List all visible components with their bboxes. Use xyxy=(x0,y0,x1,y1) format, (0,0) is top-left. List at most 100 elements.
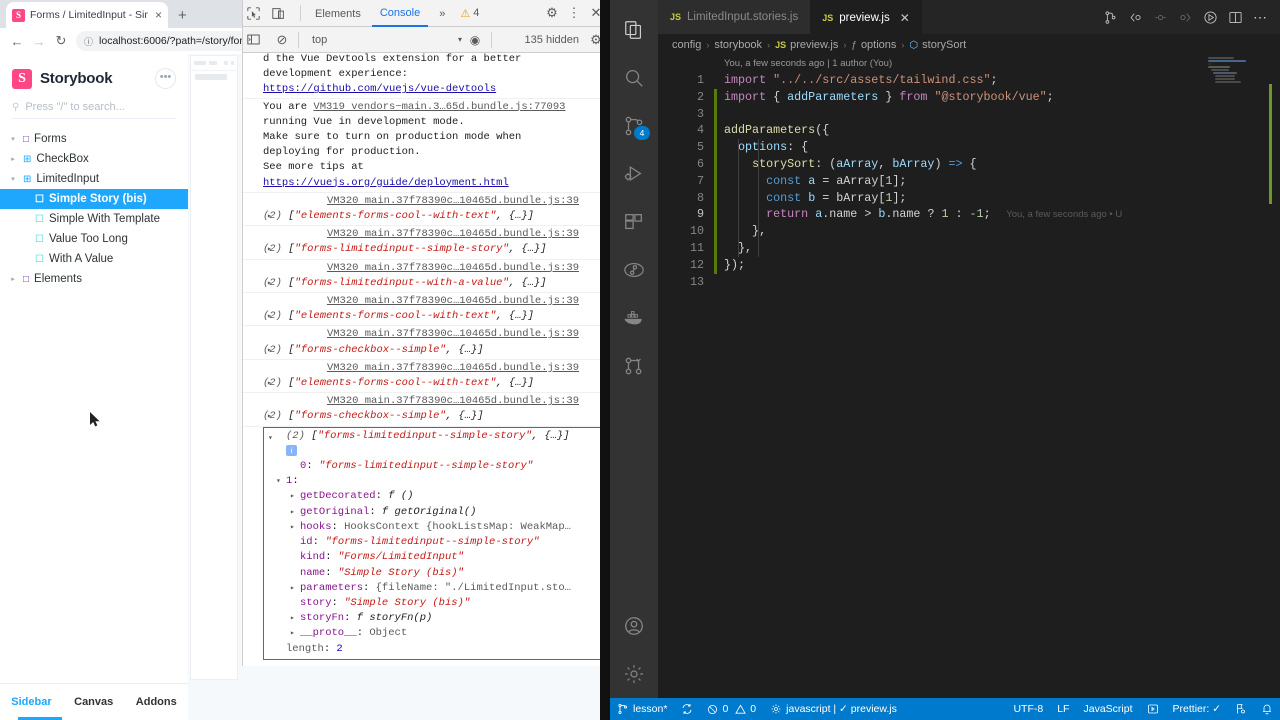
source-link[interactable]: VM320 main.37f78390c…10465d.bundle.js:39 xyxy=(263,394,605,409)
console-array-entry[interactable]: VM320 main.37f78390c…10465d.bundle.js:39… xyxy=(243,293,610,327)
info-icon[interactable]: i xyxy=(286,444,297,456)
hidden-messages-count[interactable]: 135 hidden xyxy=(525,34,583,46)
code-line[interactable]: 8 const b = bArray[1]; xyxy=(658,189,1280,207)
sidebar-icon[interactable] xyxy=(247,33,269,46)
source-link[interactable]: VM320 main.37f78390c…10465d.bundle.js:39 xyxy=(263,294,605,309)
code-line[interactable]: 4 addParameters({ xyxy=(658,122,1280,140)
tab-canvas[interactable]: Canvas xyxy=(74,696,113,708)
testing-icon[interactable] xyxy=(610,246,658,294)
collapse-arrow-icon[interactable]: ▾ xyxy=(268,431,273,446)
code-line[interactable]: 7 const a = aArray[1]; xyxy=(658,172,1280,190)
expand-arrow-icon[interactable]: ▸ xyxy=(267,409,272,424)
expand-arrow-icon[interactable]: ▸ xyxy=(267,242,272,257)
object-property-row[interactable]: length: 2 xyxy=(264,642,606,657)
status-sync[interactable] xyxy=(674,698,700,720)
source-link[interactable]: VM319 vendors~main.3…65d.bundle.js:77093 xyxy=(313,101,565,113)
expanded-header[interactable]: ▾ (2) ["forms-limitedinput--simple-story"… xyxy=(264,429,606,444)
explorer-icon[interactable] xyxy=(610,6,658,54)
status-prettier[interactable]: Prettier: ✓ xyxy=(1166,698,1228,720)
reload-icon[interactable]: ↻ xyxy=(50,33,72,49)
console-array-entry[interactable]: VM320 main.37f78390c…10465d.bundle.js:39… xyxy=(243,393,610,427)
source-link[interactable]: VM320 main.37f78390c…10465d.bundle.js:39 xyxy=(263,261,605,276)
object-property-row[interactable]: ▸ storyFn: f storyFn(p) xyxy=(264,611,606,626)
expand-arrow-icon[interactable]: ▸ xyxy=(290,611,295,626)
code-line[interactable]: 6 storySort: (aArray, bArray) => { xyxy=(658,155,1280,173)
console-array-entry[interactable]: VM320 main.37f78390c…10465d.bundle.js:39… xyxy=(243,260,610,294)
tab-console[interactable]: Console xyxy=(371,0,429,27)
tree-item-elements[interactable]: ▸ □ Elements xyxy=(0,269,188,289)
git-codelens[interactable]: You, a few seconds ago | 1 author (You) xyxy=(658,56,1280,72)
code-line[interactable]: 1 import "../../src/assets/tailwind.css"; xyxy=(658,72,1280,89)
tree-item-forms[interactable]: ▾ □ Forms xyxy=(0,129,188,149)
status-branch[interactable]: lesson* xyxy=(610,698,674,720)
run-and-debug-icon[interactable] xyxy=(610,150,658,198)
tab-addons[interactable]: Addons xyxy=(136,696,177,708)
search-icon[interactable] xyxy=(610,54,658,102)
console-output[interactable]: d the Vue Devtools extension for a bette… xyxy=(243,52,610,666)
code-line[interactable]: 9 return a.name > b.name ? 1 : -1; You, … xyxy=(658,206,1280,224)
device-toolbar-icon[interactable] xyxy=(272,7,294,20)
object-property-row[interactable]: ▸ getDecorated: f () xyxy=(264,489,606,504)
object-property-row[interactable]: ▸ parameters: {fileName: "./LimitedInput.… xyxy=(264,581,606,596)
expand-arrow-icon[interactable]: ▸ xyxy=(267,376,272,391)
expand-arrow-icon[interactable]: ▸ xyxy=(267,309,272,324)
tree-item-simple-with-template[interactable]: ☐ Simple With Template xyxy=(0,209,188,229)
clear-console-icon[interactable]: ⊘ xyxy=(271,32,293,48)
source-link[interactable]: VM320 main.37f78390c…10465d.bundle.js:39 xyxy=(263,227,605,242)
expand-arrow-icon[interactable]: ▸ xyxy=(267,209,272,224)
stage-change-icon[interactable] xyxy=(1153,10,1168,25)
tree-item-simple-story-bis[interactable]: ☐ Simple Story (bis) xyxy=(0,189,188,209)
source-link[interactable]: VM320 main.37f78390c…10465d.bundle.js:39 xyxy=(263,327,605,342)
docker-icon[interactable] xyxy=(610,294,658,342)
status-notifications-bell-icon[interactable] xyxy=(1254,698,1280,720)
console-array-entry[interactable]: VM320 main.37f78390c…10465d.bundle.js:39… xyxy=(243,226,610,260)
expand-arrow-icon[interactable]: ▾ xyxy=(276,474,281,489)
status-encoding[interactable]: UTF-8 xyxy=(1006,698,1050,720)
new-tab-button[interactable]: + xyxy=(178,7,187,24)
expand-arrow-icon[interactable]: ▸ xyxy=(290,626,295,641)
kebab-menu-icon[interactable]: ⋮ xyxy=(563,5,585,21)
close-icon[interactable]: ✕ xyxy=(900,11,910,25)
status-eol[interactable]: LF xyxy=(1050,698,1076,720)
object-property-row[interactable]: 0: "forms-limitedinput--simple-story" xyxy=(264,459,606,474)
object-property-row[interactable]: name: "Simple Story (bis)" xyxy=(264,566,606,581)
breadcrumb-item-options[interactable]: ƒ options xyxy=(851,39,896,51)
tree-twisty-icon[interactable]: ▾ xyxy=(8,135,18,143)
storybook-search-input[interactable]: ⚲ Press "/" to search... xyxy=(12,101,176,119)
minimap-slider[interactable] xyxy=(1269,84,1272,204)
code-line[interactable]: 5 options: { xyxy=(658,139,1280,156)
console-context-select[interactable]: top ▾ xyxy=(304,34,462,46)
run-file-icon[interactable] xyxy=(1203,10,1218,25)
status-live-share[interactable] xyxy=(1140,698,1166,720)
gitlens-icon[interactable] xyxy=(610,342,658,390)
object-property-row[interactable]: ▸ getOriginal: f getOriginal() xyxy=(264,505,606,520)
console-array-entry[interactable]: VM320 main.37f78390c…10465d.bundle.js:39… xyxy=(243,326,610,360)
object-property-row[interactable]: ▸ hooks: HooksContext {hookListsMap: Weak… xyxy=(264,520,606,535)
back-arrow-icon[interactable]: ← xyxy=(6,34,28,49)
editor-tab-limitedinput-stories[interactable]: JS LimitedInput.stories.js xyxy=(658,0,811,34)
more-tabs-icon[interactable]: » xyxy=(431,1,453,26)
console-array-entry[interactable]: VM320 main.37f78390c…10465d.bundle.js:39… xyxy=(243,193,610,227)
source-link[interactable]: VM320 main.37f78390c…10465d.bundle.js:39 xyxy=(263,194,605,209)
tab-elements[interactable]: Elements xyxy=(307,1,369,26)
more-actions-icon[interactable]: ⋯ xyxy=(1253,9,1268,26)
tree-twisty-icon[interactable]: ▸ xyxy=(8,275,18,283)
close-icon[interactable]: × xyxy=(153,8,162,22)
object-property-row[interactable]: ▾ 1: xyxy=(264,474,606,489)
expand-arrow-icon[interactable]: ▸ xyxy=(290,489,295,504)
status-language[interactable]: JavaScript xyxy=(1076,698,1139,720)
browser-tab[interactable]: S Forms / LimitedInput - Simple × xyxy=(6,2,168,28)
status-task[interactable]: javascript | ✓ preview.js xyxy=(763,698,904,720)
forward-arrow-icon[interactable]: → xyxy=(28,34,50,49)
object-property-row[interactable]: id: "forms-limitedinput--simple-story" xyxy=(264,535,606,550)
compare-changes-icon[interactable] xyxy=(1103,10,1118,25)
code-line[interactable]: 12}); xyxy=(658,256,1280,274)
status-problems[interactable]: 0 0 xyxy=(700,698,763,720)
editor-tab-preview[interactable]: JS preview.js ✕ xyxy=(810,0,922,34)
tree-item-with-a-value[interactable]: ☐ With A Value xyxy=(0,249,188,269)
breadcrumb-item-storybook[interactable]: storybook xyxy=(714,39,762,51)
code-line[interactable]: 3 xyxy=(658,105,1280,123)
code-line[interactable]: 11 }, xyxy=(658,239,1280,257)
object-property-row[interactable]: kind: "Forms/LimitedInput" xyxy=(264,550,606,565)
breadcrumb-item-preview-js[interactable]: JS preview.js xyxy=(775,39,838,51)
